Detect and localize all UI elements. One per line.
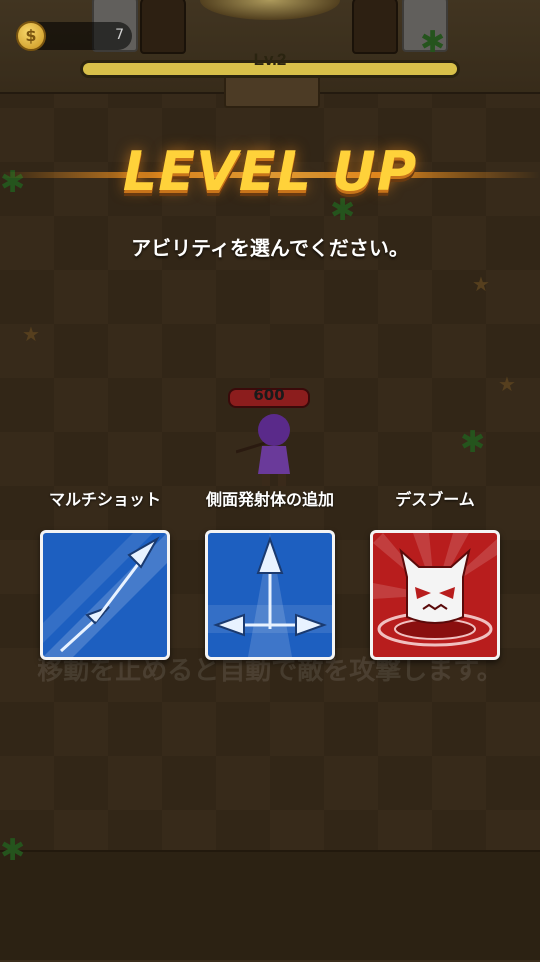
ability-card[interactable]	[370, 530, 500, 660]
player-hp-value: 600	[253, 386, 285, 404]
death-boom-devil-icon	[373, 533, 497, 647]
level-up-title: LEVEL UP	[122, 140, 418, 203]
player-character	[236, 414, 290, 486]
ability-card[interactable]	[40, 530, 170, 660]
level-progress-bar: Lv.2	[80, 50, 460, 78]
ability-option-side-arrows[interactable]: 側面発射体の追加	[185, 488, 355, 660]
coin-counter: $ 7	[16, 21, 132, 51]
ability-name: デスブーム	[395, 490, 475, 509]
ability-option-death-boom[interactable]: デスブーム	[350, 488, 520, 660]
ability-option-multishot[interactable]: マルチショット	[20, 488, 190, 660]
coin-count: 7	[115, 27, 124, 43]
ability-name: マルチショット	[48, 490, 161, 509]
ability-name: 側面発射体の追加	[205, 490, 334, 509]
coin-icon: $	[16, 21, 46, 51]
side-arrows-icon	[208, 533, 332, 657]
player-hp-bar: 600	[228, 386, 310, 408]
multishot-arrows-icon	[43, 533, 167, 657]
ability-card[interactable]	[205, 530, 335, 660]
choose-ability-prompt: アビリティを選んでください。	[131, 236, 409, 260]
level-label: Lv.2	[253, 50, 287, 69]
